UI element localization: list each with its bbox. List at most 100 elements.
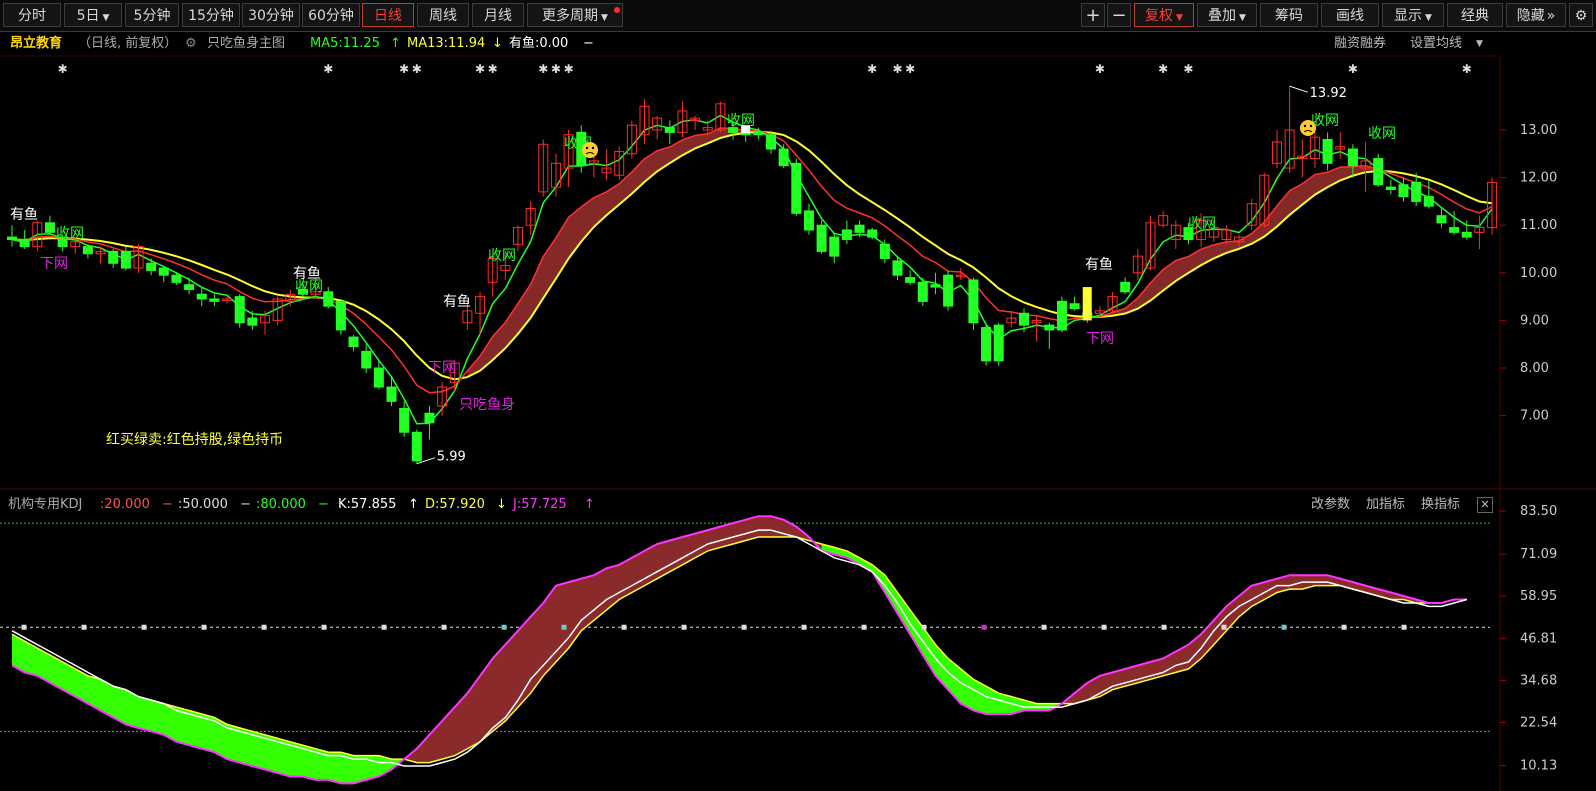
ma-fast-line — [11, 114, 1493, 425]
candle-body — [753, 131, 764, 136]
kdj-midline-marker — [681, 624, 687, 630]
candle-body — [386, 386, 397, 402]
kdj-midline-marker — [981, 624, 987, 630]
candle-body — [993, 324, 1004, 362]
chart-canvas: ✱ ✱ ✱ ✱ ✱ ✱ ✱ ✱ ✱ ✱ ✱ ✱ ✱ ✱ ✱ ✱ ✱ 有鱼收网下网有鱼收网有鱼收网下网只吃鱼身收网… — [0, 55, 1596, 791]
kdj-tick-label: 71.09 — [1520, 547, 1557, 562]
candle-body — [209, 298, 220, 302]
candle-body — [158, 267, 169, 276]
kdj-tick-label: 46.81 — [1520, 631, 1557, 646]
kdj-midline-marker — [1401, 624, 1407, 630]
candle-body — [82, 246, 93, 255]
ma-mid-line — [11, 127, 1493, 394]
price-tick-label: 12.00 — [1520, 171, 1557, 186]
candle-body — [1423, 196, 1434, 207]
sad-face-eye — [1303, 124, 1307, 128]
signal-star-icon: ✱ — [58, 62, 68, 76]
candle-body — [1019, 312, 1029, 326]
you-yu-label: 有鱼 — [1085, 256, 1113, 273]
candle-body — [1436, 215, 1447, 224]
kdj-midline-marker — [861, 624, 867, 630]
kdj-tick-label: 83.50 — [1520, 504, 1557, 519]
you-yu-label: 有鱼 — [10, 206, 38, 223]
candle-body — [424, 412, 435, 424]
candle-body — [892, 260, 903, 276]
shou-wang-label: 收网 — [1188, 216, 1216, 232]
candle-body — [120, 250, 131, 269]
candle-body — [968, 279, 979, 324]
kdj-midline-marker — [801, 624, 807, 630]
signal-star-icon: ✱ — [323, 62, 333, 76]
candle-body — [184, 284, 195, 290]
high-marker-label: 13.92 — [1310, 86, 1347, 101]
shou-wang-label: 收网 — [295, 279, 323, 295]
zhi-chi-yu-shen-label: 只吃鱼身 — [459, 396, 515, 413]
sad-face-eye — [1309, 124, 1313, 128]
kdj-midline-marker — [441, 624, 447, 630]
candle-body — [664, 127, 675, 133]
price-tick-label: 11.00 — [1520, 218, 1557, 233]
signal-star-icon: ✱ — [1095, 62, 1105, 76]
kdj-up-fill — [404, 516, 822, 763]
sad-face-icon — [582, 142, 598, 158]
candle-body — [1449, 227, 1460, 233]
price-tick-label: 13.00 — [1520, 123, 1557, 138]
candle-body — [917, 281, 928, 302]
kdj-midline-marker — [381, 624, 387, 630]
candle-body — [1069, 303, 1080, 309]
shou-wang-label: 收网 — [488, 248, 516, 264]
kdj-midline-marker — [1281, 624, 1287, 630]
legend-note: 红买绿卖:红色持股,绿色持币 — [106, 431, 283, 448]
candle-body — [841, 229, 852, 240]
signal-star-icon: ✱ — [538, 62, 548, 76]
candle-body — [171, 274, 182, 283]
signal-star-icon: ✱ — [905, 62, 915, 76]
kdj-tick-label: 58.95 — [1520, 589, 1557, 604]
ma-slow-line — [11, 130, 1493, 381]
price-tick-label: 7.00 — [1520, 409, 1549, 424]
candle-body — [19, 238, 30, 248]
candle-body — [1411, 181, 1422, 202]
candle-body — [803, 210, 814, 231]
candle-body — [361, 350, 372, 369]
low-marker-label: 5.99 — [437, 450, 466, 465]
kdj-tick-label: 10.13 — [1520, 759, 1557, 774]
candle-body — [778, 148, 789, 167]
candle-body — [1373, 158, 1384, 186]
candle-body — [247, 317, 258, 326]
xia-wang-label: 下网 — [40, 256, 68, 272]
candle-body — [981, 327, 992, 362]
kdj-midline-marker — [561, 624, 567, 630]
xia-wang-label: 下网 — [1086, 331, 1114, 347]
signal-star-icon: ✱ — [475, 62, 485, 76]
candle-body — [1044, 324, 1055, 331]
candle-body — [905, 277, 916, 283]
kdj-midline-marker — [1221, 624, 1227, 630]
shou-wang-label: 收网 — [727, 113, 755, 129]
sad-face-eye — [585, 146, 589, 150]
kdj-midline-marker — [921, 624, 927, 630]
candle-body — [879, 243, 890, 260]
kdj-midline-marker — [1041, 624, 1047, 630]
candle-body — [1385, 186, 1396, 190]
signal-star-icon: ✱ — [867, 62, 877, 76]
candle-body — [816, 224, 827, 252]
xia-wang-label: 下网 — [428, 360, 456, 376]
candle-body — [1322, 139, 1333, 164]
signal-star-icon: ✱ — [399, 62, 409, 76]
candle-body — [399, 407, 410, 433]
highlight-candle — [741, 125, 751, 134]
signal-star-icon: ✱ — [1462, 62, 1472, 76]
shou-wang-label: 收网 — [56, 226, 84, 242]
kdj-tick-label: 34.68 — [1520, 673, 1557, 688]
signal-star-icon: ✱ — [1183, 62, 1193, 76]
signal-star-icon: ✱ — [488, 62, 498, 76]
high-marker-line — [1289, 85, 1308, 93]
candle-body — [943, 274, 954, 307]
candle-body — [44, 222, 55, 233]
kdj-midline-marker — [141, 624, 147, 630]
candle-body — [348, 336, 359, 348]
kdj-midline-marker — [261, 624, 267, 630]
candle-body — [7, 236, 17, 240]
shou-wang-label: 收网 — [1368, 126, 1396, 142]
